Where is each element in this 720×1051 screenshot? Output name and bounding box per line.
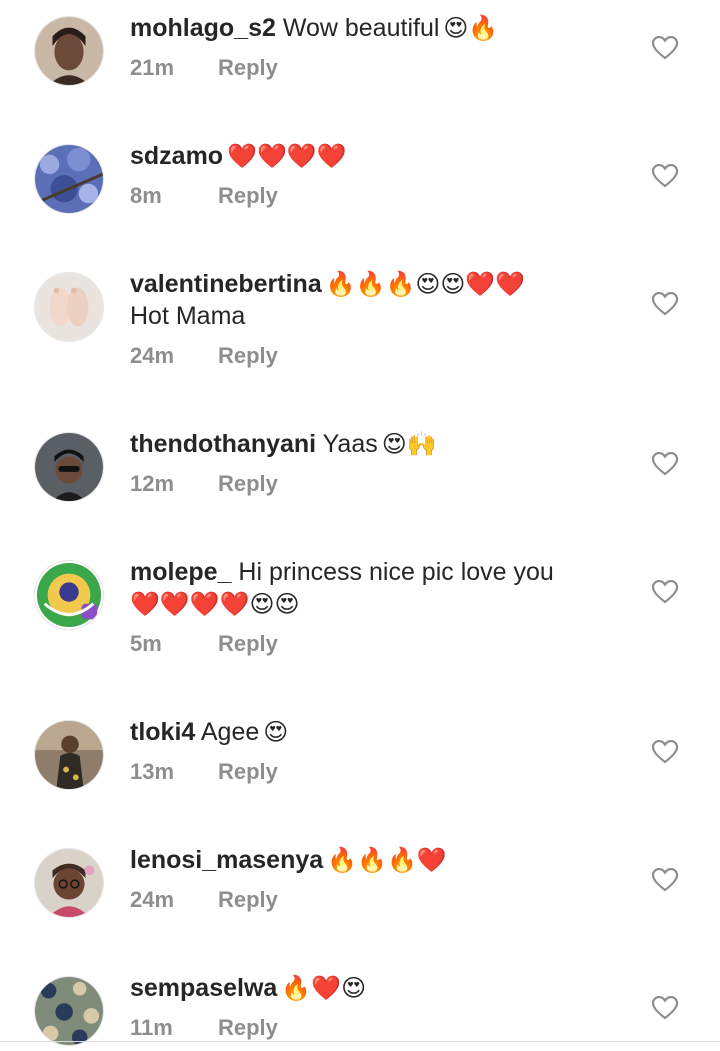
comment-text: Agee	[200, 718, 260, 746]
avatar[interactable]	[34, 976, 104, 1046]
comment-emoji: 🔥❤️😍	[281, 974, 367, 1002]
avatar[interactable]	[34, 848, 104, 918]
comment-emoji: 🔥🔥🔥😍😍❤️❤️	[325, 270, 526, 298]
avatar[interactable]	[34, 16, 104, 86]
like-heart-icon[interactable]	[652, 868, 678, 892]
comment-emoji: 😍🙌	[381, 430, 437, 458]
like-heart-icon[interactable]	[652, 292, 678, 316]
timestamp: 12m	[130, 471, 175, 496]
username[interactable]: valentinebertina	[130, 270, 322, 298]
like-heart-icon[interactable]	[652, 996, 678, 1020]
username[interactable]: tloki4	[130, 718, 195, 746]
reply-button[interactable]: Reply	[218, 471, 278, 496]
timestamp: 21m	[130, 55, 175, 80]
timestamp: 24m	[130, 343, 175, 368]
timestamp: 8m	[130, 183, 162, 208]
username[interactable]: molepe_	[130, 558, 231, 586]
comment-text: Hi princess nice pic love you	[238, 558, 554, 586]
like-heart-icon[interactable]	[652, 164, 678, 188]
comment-emoji: 😍	[263, 718, 289, 746]
avatar[interactable]	[34, 432, 104, 502]
timestamp: 24m	[130, 887, 175, 912]
timestamp: 11m	[130, 1015, 173, 1040]
reply-button[interactable]: Reply	[218, 887, 278, 912]
comment-text-continued: Hot Mama	[130, 302, 246, 330]
like-heart-icon[interactable]	[652, 36, 678, 60]
avatar[interactable]	[34, 272, 104, 342]
comment-emoji: ❤️❤️❤️❤️	[227, 142, 347, 170]
avatar[interactable]	[34, 720, 104, 790]
like-heart-icon[interactable]	[652, 580, 678, 604]
comment-emoji: 🔥🔥🔥❤️	[327, 846, 447, 874]
timestamp: 13m	[130, 759, 175, 784]
reply-button[interactable]: Reply	[218, 1015, 278, 1040]
like-heart-icon[interactable]	[652, 740, 678, 764]
username[interactable]: lenosi_masenya	[130, 846, 323, 874]
reply-button[interactable]: Reply	[218, 759, 278, 784]
username[interactable]: thendothanyani	[130, 430, 316, 458]
avatar[interactable]	[34, 560, 104, 630]
comment-text: Wow beautiful	[282, 14, 440, 42]
comment-emoji: 😍🔥	[443, 14, 499, 42]
reply-button[interactable]: Reply	[218, 183, 278, 208]
like-heart-icon[interactable]	[652, 452, 678, 476]
reply-button[interactable]: Reply	[218, 55, 278, 80]
comment-text: Yaas	[322, 430, 378, 458]
comment-emoji-continued: ❤️❤️❤️❤️😍😍	[130, 590, 300, 618]
username[interactable]: mohlago_s2	[130, 14, 276, 42]
username[interactable]: sdzamo	[130, 142, 223, 170]
reply-button[interactable]: Reply	[218, 343, 278, 368]
divider	[0, 1041, 720, 1042]
avatar[interactable]	[34, 144, 104, 214]
timestamp: 5m	[130, 631, 162, 656]
username[interactable]: sempaselwa	[130, 974, 277, 1002]
reply-button[interactable]: Reply	[218, 631, 278, 656]
